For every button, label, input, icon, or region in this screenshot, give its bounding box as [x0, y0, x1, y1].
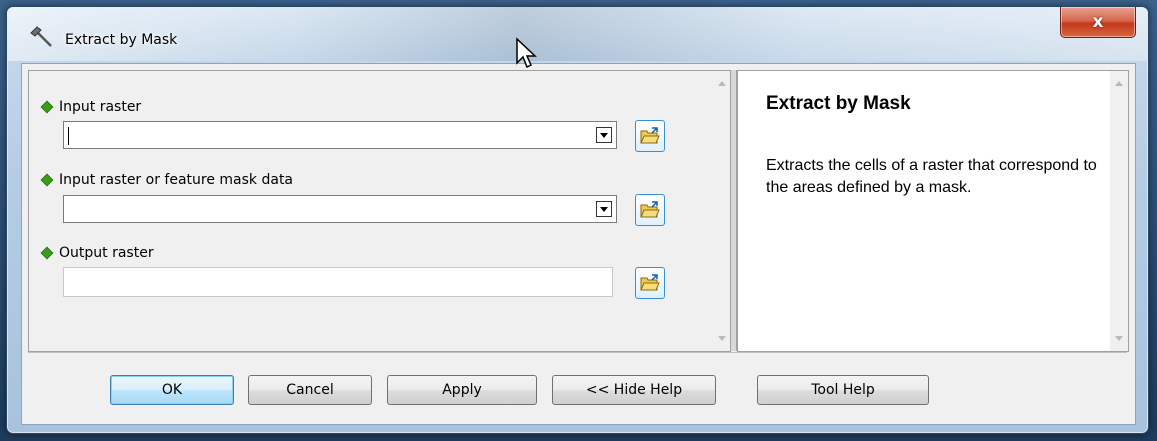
scroll-down-icon[interactable]	[1115, 336, 1123, 341]
hide-help-button[interactable]: << Hide Help	[552, 375, 716, 405]
mouse-pointer-icon	[516, 37, 537, 69]
chevron-down-icon[interactable]	[596, 201, 612, 217]
pane-splitter[interactable]	[730, 70, 737, 351]
apply-button[interactable]: Apply	[387, 375, 537, 405]
extract-by-mask-dialog: Extract by Mask x Input raster Input ras…	[6, 6, 1149, 434]
required-marker-icon	[40, 246, 54, 260]
tool-help-button[interactable]: Tool Help	[757, 375, 929, 405]
folder-open-icon	[640, 127, 660, 144]
scroll-down-icon[interactable]	[718, 336, 726, 341]
input-raster-combo[interactable]	[63, 121, 617, 149]
param-label-text: Input raster or feature mask data	[59, 172, 294, 188]
required-marker-icon	[40, 173, 54, 187]
window-title: Extract by Mask	[65, 32, 178, 48]
folder-open-icon	[640, 201, 660, 218]
parameters-scrollbar[interactable]	[713, 71, 731, 351]
ok-button[interactable]: OK	[110, 375, 234, 405]
help-scrollbar[interactable]	[1110, 71, 1128, 351]
param-label-text: Output raster	[59, 245, 154, 261]
output-raster-field[interactable]	[63, 267, 613, 297]
text-cursor	[68, 127, 69, 145]
scroll-up-icon[interactable]	[718, 81, 726, 86]
close-button[interactable]: x	[1060, 7, 1136, 38]
dialog-body: Input raster Input raster or feature mas…	[21, 63, 1136, 425]
required-marker-icon	[40, 100, 54, 114]
close-icon: x	[1092, 12, 1104, 32]
browse-input-raster-button[interactable]	[635, 120, 665, 152]
mask-data-combo[interactable]	[63, 195, 617, 223]
cancel-button[interactable]: Cancel	[248, 375, 372, 405]
separator	[28, 352, 1127, 353]
browse-output-raster-button[interactable]	[635, 267, 665, 299]
param-label-input-raster: Input raster	[40, 99, 142, 115]
browse-mask-data-button[interactable]	[635, 194, 665, 226]
parameters-pane: Input raster Input raster or feature mas…	[28, 70, 731, 352]
param-label-mask-data: Input raster or feature mask data	[40, 172, 294, 188]
param-label-text: Input raster	[59, 99, 142, 115]
help-description: Extracts the cells of a raster that corr…	[766, 157, 1097, 196]
title-bar[interactable]: Extract by Mask x	[7, 7, 1148, 61]
help-title: Extract by Mask	[766, 93, 911, 114]
help-pane: Extract by Mask Extracts the cells of a …	[737, 70, 1129, 352]
param-label-output-raster: Output raster	[40, 245, 154, 261]
hammer-icon	[30, 26, 52, 47]
chevron-down-icon[interactable]	[596, 127, 612, 143]
folder-open-icon	[640, 274, 660, 291]
scroll-up-icon[interactable]	[1115, 81, 1123, 86]
